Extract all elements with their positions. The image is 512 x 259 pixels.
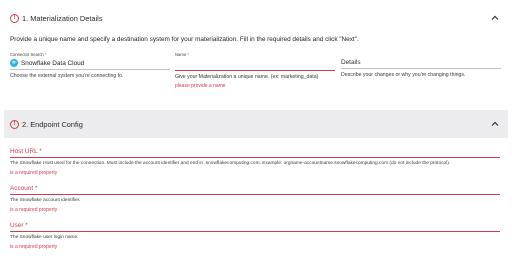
account-label: Account * [10,185,38,192]
section-title: 2. Endpoint Config [22,119,83,129]
host-url-error: is a required property [10,170,58,176]
account-helper: The Snowflake account identifier. [10,198,81,203]
name-input[interactable] [175,59,335,68]
section-title: 1. Materialization Details [22,13,103,23]
snowflake-logo-icon: ❄ [10,59,18,67]
section-intro: Provide a unique name and specify a dest… [10,36,359,43]
name-underline [175,70,335,71]
account-error: is a required property [10,207,58,213]
warning-circle-icon: ! [10,119,19,129]
name-helper: Give your Materialization a unique name.… [175,74,319,80]
host-url-input[interactable] [10,157,500,158]
details-input[interactable]: Details [341,59,501,66]
user-label: User * [10,222,28,229]
chevron-up-icon[interactable] [490,13,500,23]
warning-circle-icon: ! [10,13,19,23]
user-field[interactable]: User * The Snowflake user login name. is… [10,222,500,250]
account-input[interactable] [10,194,500,195]
name-label: Name * [175,52,189,57]
host-url-field[interactable]: Host URL * The Snowflake Host used for t… [10,148,500,176]
name-error: please provide a name [175,83,226,89]
connector-search-label: Connector Search * [10,52,47,57]
host-url-label: Host URL * [10,148,42,155]
user-error: is a required property [10,244,58,250]
chevron-up-icon[interactable] [490,119,500,129]
details-underline [341,68,501,69]
section-endpoint-header[interactable]: ! 2. Endpoint Config [4,110,508,138]
details-helper: Describe your changes or why you're chan… [341,72,466,78]
name-field[interactable]: Name * Give your Materialization a uniqu… [175,52,335,89]
user-helper: The Snowflake user login name. [10,235,79,240]
user-input[interactable] [10,231,500,232]
connector-helper: Choose the external system you're connec… [10,73,124,79]
details-field[interactable]: Details Describe your changes or why you… [341,52,501,78]
connector-search-field[interactable]: Connector Search * ❄ Snowflake Data Clou… [10,52,170,79]
section-materialization-header[interactable]: ! 1. Materialization Details [4,4,508,32]
host-url-helper: The Snowflake Host used for the connecti… [10,161,451,166]
connector-search-input[interactable]: ❄ Snowflake Data Cloud [10,59,170,67]
account-field[interactable]: Account * The Snowflake account identifi… [10,185,500,213]
connector-underline [10,69,170,70]
